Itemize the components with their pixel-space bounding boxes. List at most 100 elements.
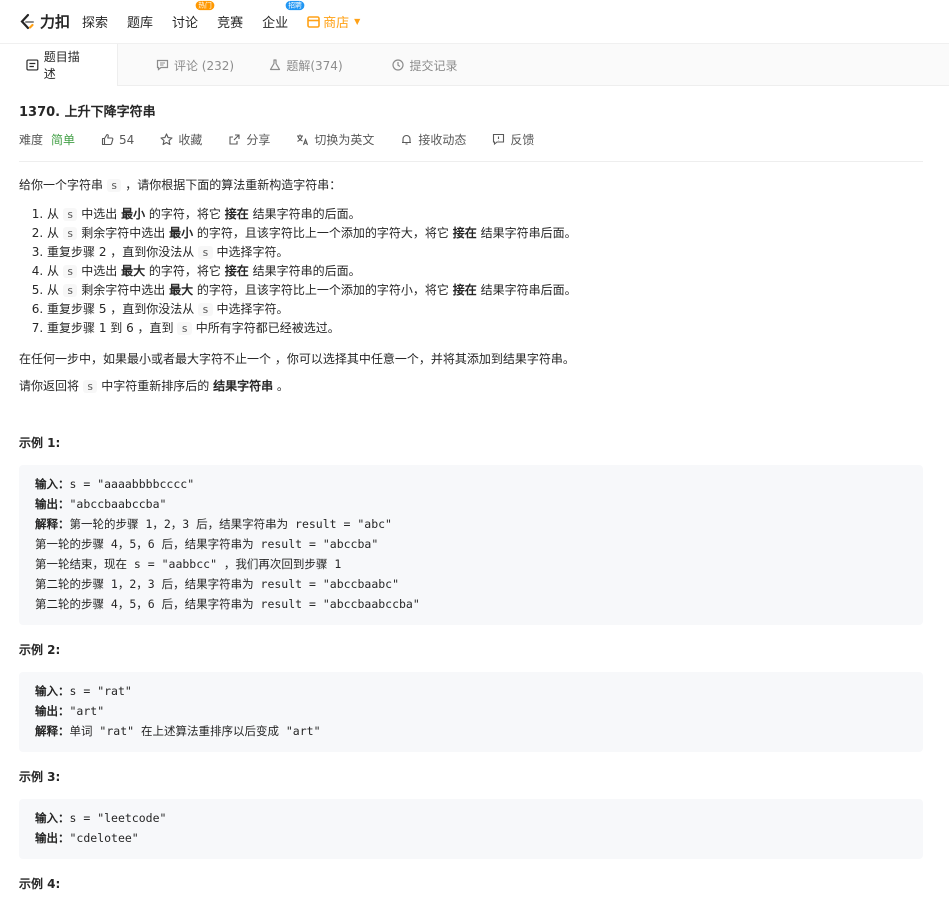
text: 从 bbox=[47, 207, 63, 221]
text: 结果字符串的后面。 bbox=[248, 264, 361, 278]
tab-description[interactable]: 题目描述 bbox=[0, 44, 118, 86]
feedback-button[interactable]: 反馈 bbox=[492, 131, 534, 148]
code-line: 输入：s = "rat" bbox=[35, 681, 907, 701]
code-text: 第一轮的步骤 4，5，6 后，结果字符串为 result = "abccba" bbox=[35, 537, 379, 551]
nav-item-enterprise[interactable]: 企业 招聘 bbox=[262, 0, 305, 31]
text: 结果字符串后面。 bbox=[476, 283, 577, 297]
bold-text: 接在 bbox=[452, 226, 477, 240]
algorithm-step: 重复步骤 1 到 6 ，直到 s 中所有字符都已经被选过。 bbox=[47, 319, 923, 338]
code-line: 输出："abccbaabccba" bbox=[35, 494, 907, 514]
code-text: 第二轮的步骤 1，2，3 后，结果字符串为 result = "abccbaab… bbox=[35, 577, 400, 591]
algorithm-steps: 从 s 中选出 最小 的字符，将它 接在 结果字符串的后面。从 s 剩余字符中选… bbox=[47, 205, 923, 338]
problem-title: 1370. 上升下降字符串 bbox=[19, 105, 156, 120]
logo[interactable]: 力扣 bbox=[18, 11, 70, 32]
text: 从 bbox=[47, 226, 63, 240]
hiring-badge: 招聘 bbox=[285, 0, 305, 11]
code-key: 输入： bbox=[35, 684, 70, 698]
tab-submissions[interactable]: 提交记录 bbox=[366, 44, 484, 86]
favorite-button[interactable]: 收藏 bbox=[160, 131, 202, 148]
inline-code: s bbox=[106, 179, 122, 192]
code-text: s = "aaaabbbbcccc" bbox=[69, 477, 195, 491]
bell-icon bbox=[402, 134, 412, 145]
code-text: 第一轮结束，现在 s = "aabbcc" ，我们再次回到步骤 1 bbox=[35, 557, 342, 571]
nav-label: 企业 bbox=[262, 16, 289, 31]
text: 。 bbox=[273, 379, 289, 393]
inline-code: s bbox=[198, 246, 213, 259]
nav-item-explore[interactable]: 探索 bbox=[82, 12, 108, 31]
examples: 示例 1: 输入：s = "aaaabbbbcccc" 输出："abccbaabcc… bbox=[19, 434, 923, 892]
nav-label: 题库 bbox=[127, 16, 154, 31]
tab-solutions[interactable]: 题解(374) bbox=[246, 44, 366, 86]
problem-description: 给你一个字符串 s ，请你根据下面的算法重新构造字符串： 从 s 中选出 最小 … bbox=[19, 176, 923, 396]
text: 给你一个字符串 bbox=[19, 178, 107, 192]
feedback-label: 反馈 bbox=[510, 133, 535, 147]
nav-item-problems[interactable]: 题库 bbox=[127, 12, 153, 31]
code-line: 输入：s = "aaaabbbbcccc" bbox=[35, 474, 907, 494]
algorithm-step: 重复步骤 2 ，直到你没法从 s 中选择字符。 bbox=[47, 243, 923, 262]
bold-text: 结果字符串 bbox=[213, 379, 274, 393]
text: 结果字符串后面。 bbox=[476, 226, 577, 240]
code-text: s = "leetcode" bbox=[69, 811, 167, 825]
text: 重复步骤 5 ，直到你没法从 bbox=[47, 302, 199, 316]
tab-label: 题目描述 bbox=[43, 50, 80, 81]
text: 的字符，将它 bbox=[145, 207, 225, 221]
switch-language-label: 切换为英文 bbox=[314, 133, 375, 147]
inline-code: s bbox=[62, 227, 78, 240]
subscribe-button[interactable]: 接收动态 bbox=[400, 131, 466, 148]
subscribe-label: 接收动态 bbox=[418, 133, 467, 147]
share-button[interactable]: 分享 bbox=[228, 131, 270, 148]
text: 的字符，且该字符比上一个添加的字符小，将它 bbox=[193, 283, 453, 297]
description-paragraph: 在任何一步中，如果最小或者最大字符不止一个 ，你可以选择其中任意一个，并将其添加… bbox=[19, 352, 575, 366]
comment-icon bbox=[156, 59, 169, 71]
text: ，请你根据下面的算法重新构造字符串： bbox=[121, 178, 342, 192]
nav-item-discuss[interactable]: 讨论 热门 bbox=[172, 0, 215, 31]
code-line: 解释：单词 "rat" 在上述算法重排序以后变成 "art" bbox=[35, 721, 907, 741]
tab-label: 题解(374) bbox=[286, 58, 343, 73]
store-label: 商店 bbox=[323, 16, 350, 31]
algorithm-step: 从 s 剩余字符中选出 最大 的字符，且该字符比上一个添加的字符小，将它 接在 … bbox=[47, 281, 923, 300]
text: 重复步骤 1 到 6 ，直到 bbox=[47, 321, 178, 335]
example-code-block: 输入：s = "aaaabbbbcccc" 输出："abccbaabccba" 解释… bbox=[19, 465, 923, 625]
problem-meta-bar: 难度 简单 54 收藏 分享 切换为英文 接收动态 反馈 bbox=[19, 126, 923, 162]
algorithm-step: 从 s 中选出 最小 的字符，将它 接在 结果字符串的后面。 bbox=[47, 205, 923, 224]
difficulty-value: 简单 bbox=[51, 133, 76, 147]
text: 中选出 bbox=[77, 207, 122, 221]
code-key: 输出： bbox=[35, 497, 70, 511]
nav-item-store[interactable]: 商店 ▼ bbox=[307, 12, 360, 31]
text: 结果字符串的后面。 bbox=[248, 207, 361, 221]
problem-content: 1370. 上升下降字符串 难度 简单 54 收藏 分享 切换为英文 接收动态 … bbox=[0, 101, 949, 892]
feedback-icon bbox=[493, 133, 505, 146]
example-code-block: 输入：s = "leetcode" 输出："cdelotee" bbox=[19, 799, 923, 859]
code-line: 第一轮结束，现在 s = "aabbcc" ，我们再次回到步骤 1 bbox=[35, 554, 907, 574]
thumbs-up-icon bbox=[101, 133, 114, 146]
inline-code: s bbox=[82, 380, 98, 393]
code-line: 第二轮的步骤 1，2，3 后，结果字符串为 result = "abccbaab… bbox=[35, 574, 907, 594]
tab-comments[interactable]: 评论 (232) bbox=[118, 44, 246, 86]
store-icon bbox=[307, 15, 320, 28]
share-label: 分享 bbox=[246, 133, 271, 147]
inline-code: s bbox=[198, 303, 213, 316]
inline-code: s bbox=[62, 284, 78, 297]
text: 从 bbox=[47, 264, 63, 278]
example-title: 示例 2: bbox=[19, 643, 61, 657]
bold-text: 最小 bbox=[169, 226, 194, 240]
top-navbar: 力扣 探索 题库 讨论 热门 竞赛 企业 招聘 商店 ▼ bbox=[0, 0, 949, 44]
bold-text: 接在 bbox=[224, 264, 249, 278]
description-icon bbox=[26, 59, 39, 71]
translate-icon bbox=[297, 134, 309, 146]
example-title: 示例 3: bbox=[19, 770, 61, 784]
code-text: s = "rat" bbox=[69, 684, 132, 698]
switch-language-button[interactable]: 切换为英文 bbox=[296, 131, 374, 148]
nav-item-contest[interactable]: 竞赛 bbox=[217, 12, 243, 31]
code-text: "art" bbox=[69, 704, 105, 718]
like-button[interactable]: 54 bbox=[101, 133, 134, 147]
bold-text: 最小 bbox=[121, 207, 146, 221]
problem-tabs: 题目描述 评论 (232) 题解(374) 提交记录 bbox=[0, 44, 949, 86]
leetcode-logo-icon bbox=[20, 13, 34, 29]
nav-label: 讨论 bbox=[172, 16, 199, 31]
description-intro: 给你一个字符串 s ，请你根据下面的算法重新构造字符串： bbox=[19, 176, 923, 195]
code-key: 输入： bbox=[35, 477, 70, 491]
code-line: 第一轮的步骤 4，5，6 后，结果字符串为 result = "abccba" bbox=[35, 534, 907, 554]
text: 中选出 bbox=[77, 264, 122, 278]
code-line: 输入：s = "leetcode" bbox=[35, 808, 907, 828]
